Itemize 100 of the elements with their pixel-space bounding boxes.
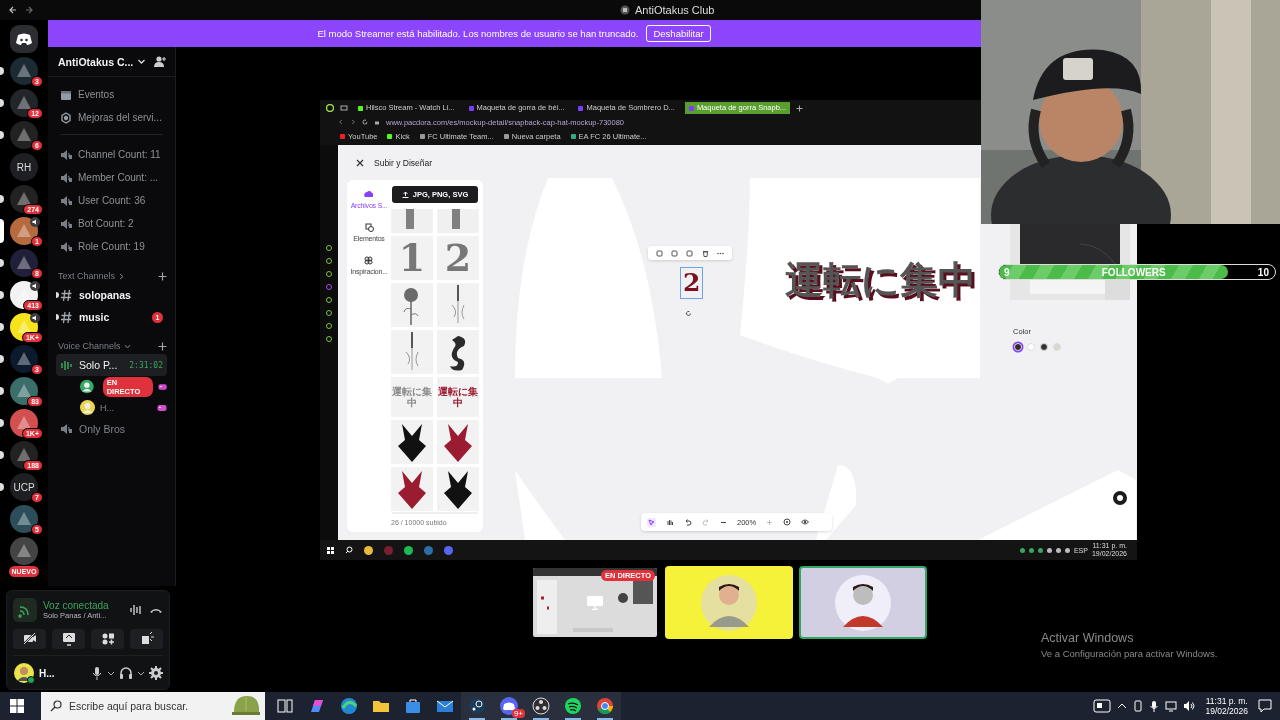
notifications-icon[interactable]	[1258, 699, 1272, 713]
color-swatch[interactable]	[1027, 343, 1035, 351]
microphone-icon[interactable]	[1149, 700, 1160, 712]
record-button-icon[interactable]	[1113, 491, 1127, 505]
browser-sidebar-icon[interactable]	[326, 310, 332, 316]
voice-channel[interactable]: Channel Count: 11	[78, 149, 161, 160]
volume-icon[interactable]	[1183, 700, 1196, 712]
server-icon[interactable]	[10, 89, 38, 117]
server-item[interactable]: RH	[0, 151, 48, 183]
tab-list-icon[interactable]	[340, 104, 348, 112]
asset-thumbnail[interactable]	[437, 283, 479, 327]
color-swatch[interactable]	[1040, 343, 1048, 351]
new-tab-icon[interactable]	[796, 104, 804, 112]
cap-panel[interactable]	[740, 178, 980, 384]
color-swatch[interactable]	[1053, 343, 1061, 351]
forward-arrow-icon[interactable]	[24, 5, 34, 15]
asset-thumbnail[interactable]	[391, 467, 433, 511]
sidebar-item[interactable]: Eventos	[78, 89, 115, 100]
headphones-icon[interactable]	[119, 666, 133, 680]
asset-thumbnail[interactable]	[391, 283, 433, 327]
asset-thumbnail[interactable]	[391, 420, 433, 464]
windows-start-icon[interactable]	[327, 546, 334, 554]
asset-thumbnail[interactable]	[437, 209, 479, 233]
taskbar-button[interactable]	[589, 692, 621, 720]
asset-thumbnail[interactable]	[437, 420, 479, 464]
discord-icon[interactable]	[10, 25, 38, 53]
asset-thumbnail[interactable]	[391, 330, 433, 374]
pointer-icon[interactable]	[647, 517, 656, 527]
channel-item[interactable]: solopanas	[56, 284, 167, 306]
asset-thumbnail[interactable]: 1	[391, 236, 433, 280]
activities-button[interactable]	[91, 629, 124, 649]
search-icon[interactable]	[345, 546, 353, 554]
voice-channel[interactable]: User Count: 36	[78, 195, 146, 206]
steam-icon[interactable]	[424, 545, 433, 555]
chevron-right-icon[interactable]	[118, 272, 126, 280]
target-icon[interactable]	[783, 518, 792, 526]
asset-thumbnail[interactable]	[437, 330, 479, 374]
sound-wave-icon[interactable]	[129, 603, 143, 617]
eye-icon[interactable]	[801, 518, 810, 526]
design-text[interactable]: 運転に集中	[785, 257, 976, 303]
browser-sidebar-icon[interactable]	[326, 271, 332, 277]
back-arrow-icon[interactable]	[8, 5, 18, 15]
sidebar-item[interactable]: Mejoras del servi...	[78, 112, 162, 123]
add-member-icon[interactable]	[153, 54, 167, 69]
voice-channel[interactable]: Role Count: 19	[78, 241, 145, 252]
server-name[interactable]: AntiOtakus C...	[58, 55, 134, 68]
network-icon[interactable]	[1165, 700, 1178, 712]
channel-item[interactable]: Solo P... 2:31:02	[56, 354, 167, 376]
voice-channel[interactable]: Member Count: ...	[78, 172, 159, 183]
color-swatch[interactable]	[1014, 343, 1022, 351]
selected-design-text[interactable]: 2	[681, 268, 703, 298]
channel-item[interactable]: Only Bros	[56, 418, 167, 440]
asset-thumbnail[interactable]: 2	[437, 236, 479, 280]
server-icon[interactable]	[10, 217, 38, 245]
search-field[interactable]: Escribe aquí para buscar.	[41, 692, 265, 720]
news-icon[interactable]	[1093, 699, 1112, 713]
camera-off-button[interactable]	[13, 629, 46, 649]
chevron-up-icon[interactable]	[1117, 701, 1128, 711]
delete-icon[interactable]	[701, 249, 709, 257]
server-icon[interactable]: RH	[10, 153, 38, 181]
clock-time[interactable]: 11:31 p. m.	[1205, 696, 1248, 706]
taskbar-button[interactable]: 9+	[493, 692, 525, 720]
reload-icon[interactable]	[362, 119, 368, 125]
microphone-icon[interactable]	[91, 666, 103, 680]
taskbar-button[interactable]	[461, 692, 493, 720]
folder-icon[interactable]	[364, 545, 373, 555]
browser-sidebar-icon[interactable]	[326, 323, 332, 329]
asset-thumbnail[interactable]	[437, 467, 479, 511]
server-icon[interactable]	[10, 185, 38, 213]
hand-icon[interactable]	[666, 518, 674, 526]
browser-sidebar-icon[interactable]	[326, 245, 332, 251]
user-avatar-icon[interactable]	[13, 662, 35, 684]
voice-channel[interactable]: Bot Count: 2	[78, 218, 134, 229]
back-icon[interactable]	[338, 119, 344, 125]
spotify-icon[interactable]	[404, 545, 413, 555]
server-icon[interactable]	[10, 377, 38, 405]
rotate-icon[interactable]	[685, 310, 692, 317]
copy-style-icon[interactable]	[671, 249, 679, 257]
disable-button[interactable]: Deshabilitar	[646, 25, 711, 42]
asset-thumbnail[interactable]	[391, 209, 433, 233]
windows-start-icon[interactable]	[10, 699, 24, 713]
chevron-down-icon[interactable]	[137, 669, 145, 677]
category-header[interactable]: Voice Channels	[58, 341, 121, 351]
device-icon[interactable]	[1133, 700, 1144, 712]
browser-sidebar-icon[interactable]	[326, 336, 332, 342]
category-header[interactable]: Text Channels	[58, 271, 116, 281]
plus-icon[interactable]	[158, 271, 167, 281]
undo-icon[interactable]	[684, 518, 692, 526]
close-icon[interactable]	[356, 158, 364, 167]
server-icon[interactable]	[10, 441, 38, 469]
plus-icon[interactable]	[158, 341, 167, 351]
browser-sidebar-icon[interactable]	[326, 258, 332, 264]
forward-icon[interactable]	[350, 119, 356, 125]
chevron-down-icon[interactable]	[137, 57, 147, 66]
asset-thumbnail[interactable]: 運転に集中	[437, 377, 479, 417]
align-icon[interactable]	[656, 249, 664, 257]
screen-share-button[interactable]	[52, 629, 85, 649]
chevron-down-icon[interactable]	[107, 669, 115, 677]
participant-tile[interactable]	[665, 566, 793, 639]
soundboard-button[interactable]	[130, 629, 163, 649]
